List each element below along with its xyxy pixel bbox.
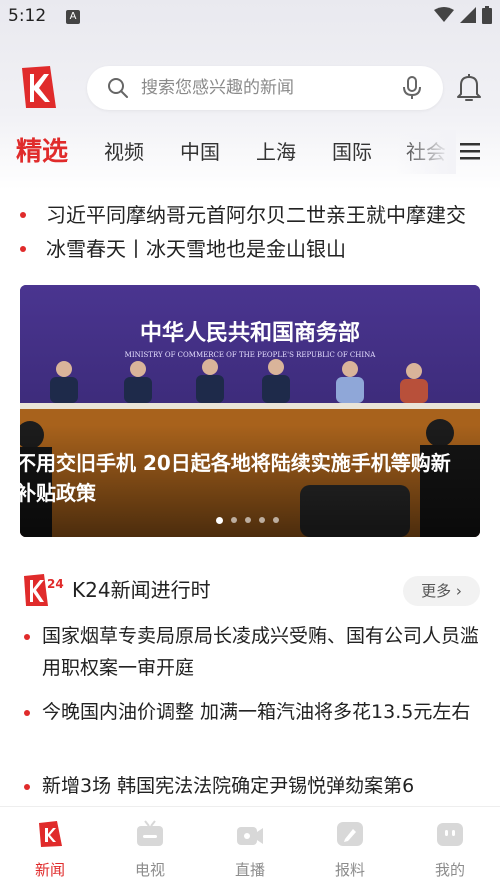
bell-icon[interactable]: [455, 72, 483, 102]
news-item-text: 新增3场 韩国宪法法院确定尹锡悦弹劾案第6: [42, 775, 415, 797]
live-camera-icon: [237, 827, 263, 845]
tab-featured[interactable]: 精选: [16, 130, 68, 174]
nav-news[interactable]: 新闻: [0, 807, 100, 888]
tabs-fade: [396, 130, 456, 174]
tv-icon: [137, 820, 163, 846]
report-icon: [337, 822, 363, 846]
news-icon: [39, 821, 62, 847]
bullet-dot: [24, 710, 30, 716]
bullet-dot: [24, 784, 30, 790]
tab-international[interactable]: 国际: [332, 130, 372, 174]
news-item-text: 国家烟草专卖局原局长凌成兴受贿、国有公司人员滥用职权案一审开庭: [42, 625, 480, 679]
nav-report[interactable]: 报料: [300, 807, 400, 888]
tab-shanghai[interactable]: 上海: [256, 130, 296, 174]
backdrop-subtitle: MINISTRY OF COMMERCE OF THE PEOPLE'S REP…: [125, 351, 377, 359]
k24-section-title: K24新闻进行时: [72, 578, 211, 602]
carousel-dot: [259, 517, 265, 523]
headline-text: 习近平同摩纳哥元首阿尔贝二世亲王就中摩建交: [46, 203, 466, 227]
nav-tv[interactable]: 电视: [100, 807, 200, 888]
bullet-dot: [20, 246, 26, 252]
search-placeholder: 搜索您感兴趣的新闻: [141, 78, 294, 98]
tab-video[interactable]: 视频: [104, 130, 144, 174]
signal-icon: [460, 7, 476, 23]
notification-icon: A: [66, 10, 80, 24]
nav-live[interactable]: 直播: [200, 807, 300, 888]
nav-profile[interactable]: 我的: [400, 807, 500, 888]
nav-label: 我的: [434, 861, 465, 879]
profile-icon: [437, 823, 463, 846]
svg-text:24: 24: [47, 577, 64, 591]
carousel-dot: [273, 517, 279, 523]
carousel-dot: [245, 517, 251, 523]
bottom-navigation: 新闻 电视 直播 报料 我的: [0, 806, 500, 888]
headline-item[interactable]: 冰雪春天丨冰天雪地也是金山银山: [20, 234, 480, 264]
headline-text: 冰雪春天丨冰天雪地也是金山银山: [46, 237, 346, 261]
bullet-dot: [24, 634, 30, 640]
microphone-icon[interactable]: [401, 76, 423, 100]
status-bar: 5:12 A: [0, 0, 500, 36]
tab-china[interactable]: 中国: [180, 130, 220, 174]
news-item-text: 今晚国内油价调整 加满一箱汽油将多花13.5元左右: [42, 701, 471, 723]
headline-item[interactable]: 习近平同摩纳哥元首阿尔贝二世亲王就中摩建交: [20, 200, 480, 230]
table-top: [20, 403, 480, 409]
wifi-icon: [434, 7, 454, 22]
backdrop-title: 中华人民共和国商务部: [140, 320, 360, 346]
channel-tabs: 精选 视频 中国 上海 国际 社会: [0, 130, 500, 174]
k-logo-icon[interactable]: [20, 64, 58, 110]
search-bar[interactable]: 搜索您感兴趣的新闻: [87, 66, 443, 110]
status-time: 5:12: [8, 6, 47, 26]
nav-label: 新闻: [34, 861, 65, 879]
menu-icon[interactable]: [460, 142, 480, 160]
carousel-indicator: [216, 517, 279, 524]
news-list-item[interactable]: 今晚国内油价调整 加满一箱汽油将多花13.5元左右: [24, 696, 480, 728]
status-icons: [434, 6, 492, 24]
news-list-item[interactable]: 新增3场 韩国宪法法院确定尹锡悦弹劾案第6: [24, 770, 480, 804]
news-list-item[interactable]: 国家烟草专卖局原局长凌成兴受贿、国有公司人员滥用职权案一审开庭: [24, 620, 480, 684]
bullet-dot: [20, 212, 26, 218]
nav-label: 直播: [234, 861, 265, 879]
nav-label: 报料: [334, 861, 365, 879]
battery-icon: [482, 6, 492, 24]
carousel-dot: [216, 517, 223, 524]
k24-logo-icon: 24: [24, 574, 64, 606]
search-icon: [108, 78, 128, 98]
nav-label: 电视: [134, 861, 165, 879]
more-button[interactable]: 更多 ›: [403, 576, 480, 606]
carousel-dot: [231, 517, 237, 523]
banner-title[interactable]: 不用交旧手机 20日起各地将陆续实施手机等购新补贴政策: [16, 448, 456, 508]
